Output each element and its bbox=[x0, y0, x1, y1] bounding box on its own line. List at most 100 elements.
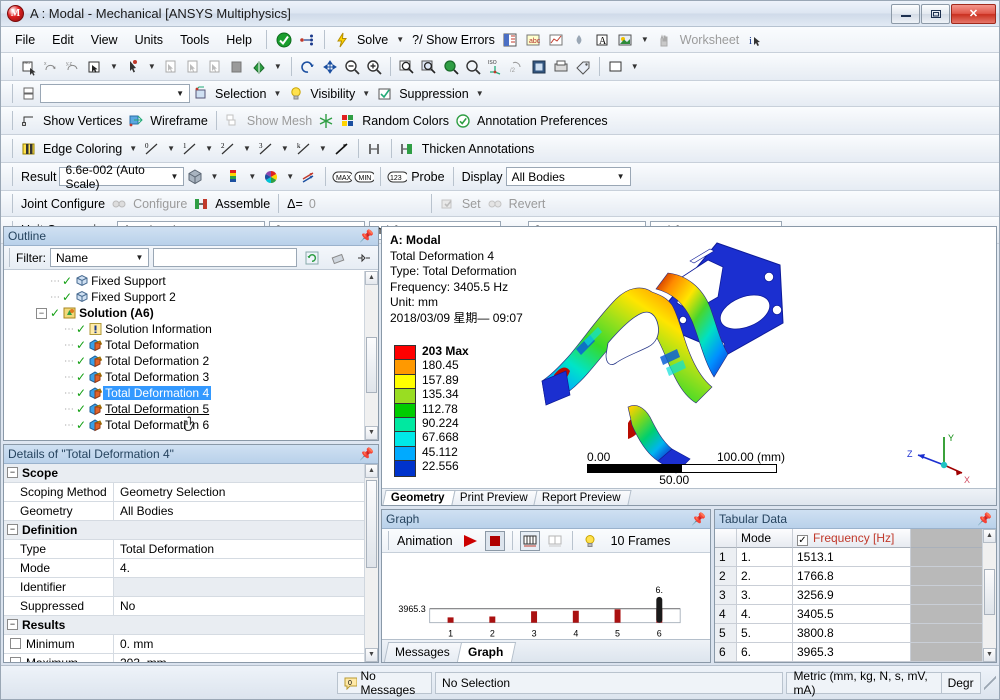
named-selection-create-icon[interactable] bbox=[19, 84, 39, 104]
details-row-maximum[interactable]: Maximum 203. mm bbox=[4, 654, 378, 662]
mesh-quality-icon[interactable] bbox=[316, 111, 336, 131]
tabular-cell-mode[interactable]: 3. bbox=[737, 586, 793, 605]
details-scrollbar[interactable]: ▲ ▼ bbox=[364, 464, 378, 662]
display-bodies-combo[interactable]: All Bodies ▼ bbox=[505, 167, 631, 186]
chart-bar-2[interactable] bbox=[489, 616, 496, 623]
extend-dropdown-icon[interactable]: ▼ bbox=[270, 62, 286, 71]
edge-thickness-1-dropdown-icon[interactable]: ▼ bbox=[201, 144, 217, 153]
tabular-scrollbar[interactable]: ▲ ▼ bbox=[982, 529, 996, 662]
tabular-cell-frequency[interactable]: 3800.8 bbox=[793, 624, 911, 643]
chart-icon[interactable] bbox=[546, 30, 566, 50]
edge-thickness-n-icon[interactable]: k bbox=[294, 139, 314, 159]
details-value-suppressed[interactable]: No bbox=[114, 597, 378, 615]
min-probe-icon[interactable]: MIN bbox=[354, 167, 375, 187]
tabular-cell-frequency[interactable]: 3965.3 bbox=[793, 643, 911, 662]
details-value-identifier[interactable] bbox=[114, 578, 378, 596]
result-scale-combo[interactable]: 6.6e-002 (Auto Scale) ▼ bbox=[59, 163, 185, 191]
viewport-tab-report-preview[interactable]: Report Preview bbox=[533, 490, 632, 505]
tabular-row[interactable]: 1 1. 1513.1 bbox=[715, 548, 996, 567]
extend-selection-icon[interactable] bbox=[249, 57, 269, 77]
select-mode-dropdown-icon[interactable]: ▼ bbox=[106, 62, 122, 71]
distribute-bars-icon[interactable] bbox=[519, 530, 540, 551]
play-icon[interactable] bbox=[460, 531, 480, 551]
selection-icon[interactable] bbox=[191, 84, 211, 104]
scroll-up-arrow[interactable]: ▲ bbox=[365, 271, 378, 285]
details-row-type[interactable]: Type Total Deformation bbox=[4, 540, 378, 559]
suppression-menu[interactable]: Suppression bbox=[396, 87, 472, 101]
details-value-minimum[interactable]: 0. mm bbox=[114, 635, 378, 653]
tabular-cell-frequency[interactable]: 1766.8 bbox=[793, 567, 911, 586]
scroll-thumb[interactable] bbox=[984, 569, 995, 615]
set-view-icon[interactable]: /2 bbox=[507, 57, 527, 77]
box-zoom-icon[interactable] bbox=[397, 57, 417, 77]
assemble-icon[interactable] bbox=[191, 194, 211, 214]
pick-mode-dropdown-icon[interactable]: ▼ bbox=[144, 62, 160, 71]
rotate-yz-icon[interactable]: y,z bbox=[63, 57, 83, 77]
edge-thickness-2-icon[interactable]: 2 bbox=[218, 139, 238, 159]
graph-tab-graph[interactable]: Graph bbox=[456, 642, 517, 662]
contour-dropdown-icon[interactable]: ▼ bbox=[244, 172, 260, 181]
filter-text-input[interactable] bbox=[153, 248, 298, 267]
zoom-in-icon[interactable] bbox=[364, 57, 384, 77]
probe-icon[interactable]: 123 bbox=[387, 167, 408, 187]
selection-dropdown-icon[interactable]: ▼ bbox=[269, 89, 285, 98]
restore-button[interactable] bbox=[921, 3, 950, 24]
annotation-preferences-button[interactable]: Annotation Preferences bbox=[474, 114, 611, 128]
menu-help[interactable]: Help bbox=[218, 30, 260, 50]
tabular-cell-frequency[interactable]: 3405.5 bbox=[793, 605, 911, 624]
tabular-grid[interactable]: Mode ✓ Frequency [Hz] 1 1. 1513.1 2 2. 1766.8 3 3.… bbox=[715, 529, 996, 662]
annotation-preferences-icon[interactable] bbox=[453, 111, 473, 131]
chart-selected-marker[interactable] bbox=[656, 596, 663, 623]
edge-thickness-3-icon[interactable]: 3 bbox=[256, 139, 276, 159]
tabular-cell-mode[interactable]: 4. bbox=[737, 605, 793, 624]
menu-units[interactable]: Units bbox=[127, 30, 171, 50]
details-checkbox[interactable] bbox=[10, 638, 21, 649]
edge-thickness-n-dropdown-icon[interactable]: ▼ bbox=[315, 144, 331, 153]
edge-direction-icon[interactable] bbox=[332, 139, 352, 159]
pin-icon[interactable]: 📌 bbox=[977, 512, 992, 526]
image-capture-icon[interactable] bbox=[615, 30, 635, 50]
details-group-results[interactable]: − Results bbox=[4, 616, 378, 635]
scroll-up-arrow[interactable]: ▲ bbox=[365, 464, 378, 478]
outline-tree[interactable]: ⋯ ✓ Fixed Support ⋯ ✓ Fixed Support 2− ✓ Soluti… bbox=[4, 271, 378, 440]
details-value-geometry[interactable]: All Bodies bbox=[114, 502, 378, 520]
zoom-selection-icon[interactable] bbox=[419, 57, 439, 77]
tree-item-total-deformation-3[interactable]: ⋯ ✓ Total Deformation 3 bbox=[4, 369, 378, 385]
tabular-row[interactable]: 6 6. 3965.3 bbox=[715, 643, 996, 662]
suppression-icon[interactable] bbox=[375, 84, 395, 104]
edge-coloring-button[interactable]: Edge Coloring bbox=[40, 142, 125, 156]
tree-item-solution-information[interactable]: ⋯ ✓ Solution Information bbox=[4, 321, 378, 337]
edge-thickness-3-dropdown-icon[interactable]: ▼ bbox=[277, 144, 293, 153]
select-body-icon[interactable] bbox=[227, 57, 247, 77]
details-row-scoping-method[interactable]: Scoping Method Geometry Selection bbox=[4, 483, 378, 502]
show-mesh-button[interactable]: Show Mesh bbox=[244, 114, 315, 128]
details-grid[interactable]: − Scope Scoping Method Geometry Selection Ge… bbox=[4, 464, 378, 662]
chart-bar-3[interactable] bbox=[531, 611, 538, 623]
deformed-geometry-model[interactable] bbox=[532, 237, 832, 477]
pick-mode-icon[interactable] bbox=[123, 57, 143, 77]
tabular-row[interactable]: 4 4. 3405.5 bbox=[715, 605, 996, 624]
delta-value[interactable]: 0 bbox=[306, 197, 426, 211]
show-errors-button[interactable]: ?/ Show Errors bbox=[409, 33, 498, 47]
thicken-annotations-icon[interactable] bbox=[398, 139, 418, 159]
tree-item-total-deformation-2[interactable]: ⋯ ✓ Total Deformation 2 bbox=[4, 353, 378, 369]
tree-item-total-deformation[interactable]: ⋯ ✓ Total Deformation bbox=[4, 337, 378, 353]
scroll-thumb[interactable] bbox=[366, 480, 377, 568]
single-frame-icon[interactable] bbox=[545, 531, 565, 551]
print-preview-icon[interactable] bbox=[551, 57, 571, 77]
connect-points-icon[interactable] bbox=[297, 30, 317, 50]
tree-item-total-deformation-4[interactable]: ⋯ ✓ Total Deformation 4 bbox=[4, 385, 378, 401]
max-probe-icon[interactable]: MAX bbox=[332, 167, 353, 187]
edge-thickness-2-dropdown-icon[interactable]: ▼ bbox=[239, 144, 255, 153]
named-selection-icon[interactable] bbox=[500, 30, 520, 50]
annotation-width-icon[interactable] bbox=[365, 139, 385, 159]
scroll-up-arrow[interactable]: ▲ bbox=[983, 529, 996, 543]
show-vertices-icon[interactable] bbox=[19, 111, 39, 131]
chart-bar-1[interactable] bbox=[447, 617, 454, 623]
details-group-expander-icon[interactable]: − bbox=[7, 467, 18, 478]
contour-bands-icon[interactable] bbox=[223, 167, 243, 187]
light-bulb-icon[interactable] bbox=[580, 531, 600, 551]
details-checkbox[interactable] bbox=[10, 657, 21, 662]
tabular-cell-frequency[interactable]: 3256.9 bbox=[793, 586, 911, 605]
commands-icon[interactable]: abc bbox=[523, 30, 543, 50]
